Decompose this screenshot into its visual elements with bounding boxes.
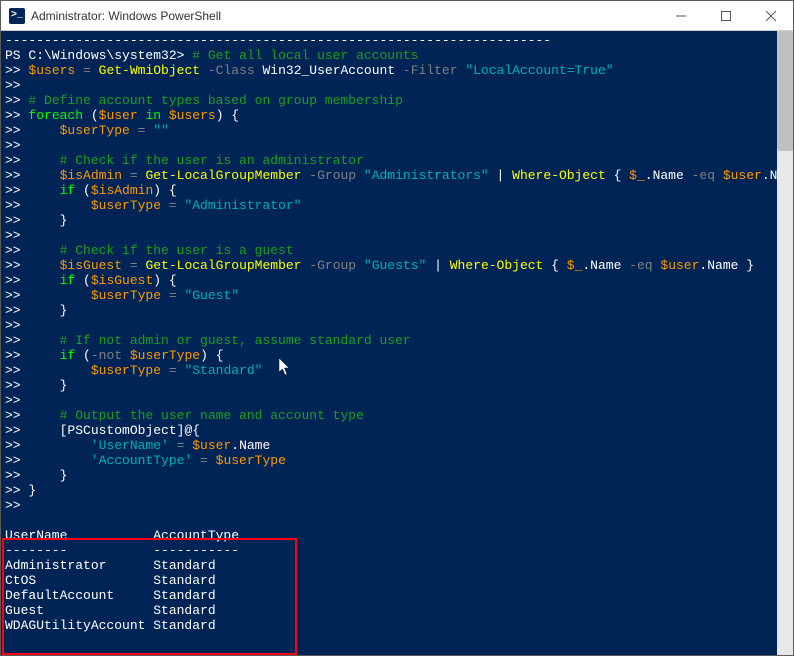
terminal-content: ----------------------------------------… — [5, 33, 789, 655]
output-rows: Administrator Standard CtOS Standard Def… — [5, 558, 216, 633]
dashline: ----------------------------------------… — [5, 33, 551, 48]
scrollbar[interactable] — [777, 31, 793, 655]
minimize-button[interactable] — [658, 1, 703, 30]
terminal-area[interactable]: ----------------------------------------… — [1, 31, 793, 655]
close-button[interactable] — [748, 1, 793, 30]
window-title: Administrator: Windows PowerShell — [31, 9, 658, 23]
output-divider: -------- ----------- — [5, 543, 239, 558]
powershell-window: >_ Administrator: Windows PowerShell ---… — [0, 0, 794, 656]
window-controls — [658, 1, 793, 30]
maximize-button[interactable] — [703, 1, 748, 30]
scrollbar-thumb[interactable] — [777, 31, 793, 151]
output-header: UserName AccountType — [5, 528, 239, 543]
powershell-icon: >_ — [9, 8, 25, 24]
titlebar[interactable]: >_ Administrator: Windows PowerShell — [1, 1, 793, 31]
